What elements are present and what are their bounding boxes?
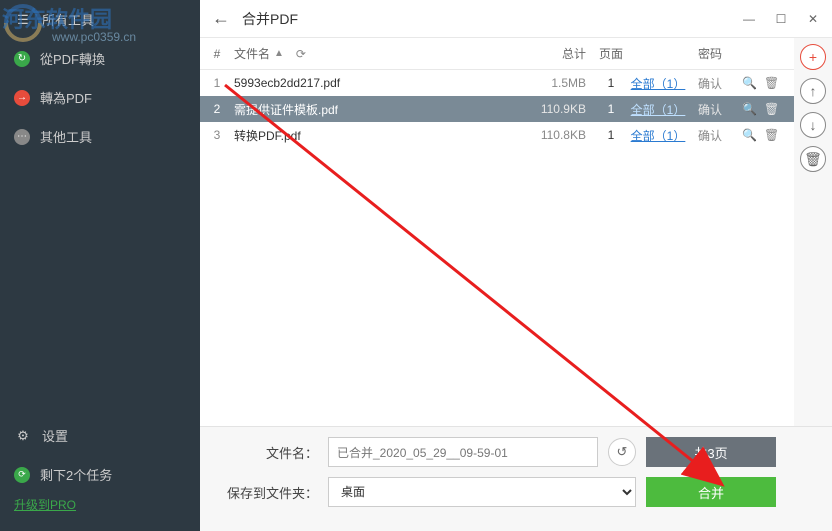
sidebar-item-to-pdf[interactable]: → 轉為PDF: [0, 78, 200, 117]
bottom-form: 文件名： ↺ 共3页 保存到文件夹： 桌面 合并: [200, 426, 832, 531]
row-pagerange: 全部（1）: [628, 101, 688, 118]
save-folder-select[interactable]: 桌面: [328, 477, 636, 507]
table-row[interactable]: 3转换PDF.pdf110.8KB1全部（1）确认 🔍 🗑: [200, 122, 794, 148]
preview-icon[interactable]: 🔍: [742, 76, 756, 90]
close-button[interactable]: ✕: [806, 12, 820, 26]
table-row[interactable]: 2需提供证件模板.pdf110.9KB1全部（1）确认 🔍 🗑: [200, 96, 794, 122]
preview-icon[interactable]: 🔍: [742, 128, 756, 142]
gear-icon: ⚙: [14, 427, 32, 445]
row-size: 110.8KB: [538, 128, 594, 142]
row-size: 110.9KB: [538, 102, 594, 116]
row-pagerange: 全部（1）: [628, 75, 688, 92]
filename-label: 文件名：: [226, 443, 318, 462]
table-header: # 文件名 ▲ ⟳ 总计 页面 密码: [200, 38, 794, 70]
row-password[interactable]: 确认: [688, 75, 732, 92]
sidebar-item-all-tools[interactable]: ☰ 所有工具: [0, 0, 200, 39]
more-icon: ⋯: [14, 129, 30, 145]
main-area: ← 合并PDF — ☐ ✕ # 文件名 ▲ ⟳ 总计 页面 密码 15993: [200, 0, 832, 531]
row-password[interactable]: 确认: [688, 101, 732, 118]
row-pagecount: 1: [594, 102, 628, 116]
convert-to-icon: →: [14, 90, 30, 106]
preview-icon[interactable]: 🔍: [742, 102, 756, 116]
filename-input[interactable]: [328, 437, 598, 467]
col-num: #: [206, 47, 228, 61]
col-size: 总计: [538, 45, 594, 62]
menu-icon: ☰: [14, 11, 32, 29]
move-down-button[interactable]: ↓: [800, 112, 826, 138]
row-filename: 需提供证件模板.pdf: [228, 101, 538, 118]
saveto-label: 保存到文件夹：: [226, 483, 318, 502]
col-password: 密码: [688, 45, 732, 62]
titlebar: ← 合并PDF — ☐ ✕: [200, 0, 832, 38]
row-filename: 5993ecb2dd217.pdf: [228, 76, 538, 90]
row-pagecount: 1: [594, 128, 628, 142]
minimize-button[interactable]: —: [742, 12, 756, 26]
row-size: 1.5MB: [538, 76, 594, 90]
sidebar-item-label: 轉為PDF: [40, 88, 92, 107]
sort-icon: ▲: [274, 48, 284, 59]
table-row[interactable]: 15993ecb2dd217.pdf1.5MB1全部（1）确认🔍🗑: [200, 70, 794, 96]
sidebar: ☰ 所有工具 ↻ 從PDF轉換 → 轉為PDF ⋯ 其他工具 ⚙ 设置 ⟳ 剩下…: [0, 0, 200, 531]
maximize-button[interactable]: ☐: [774, 12, 788, 26]
row-password[interactable]: 确认: [688, 127, 732, 144]
delete-icon[interactable]: 🗑: [764, 76, 778, 90]
page-link[interactable]: 全部（1）: [631, 103, 686, 117]
page-title: 合并PDF: [242, 9, 298, 29]
page-link[interactable]: 全部（1）: [631, 77, 686, 91]
merge-button[interactable]: 合并: [646, 477, 776, 507]
row-num: 2: [206, 102, 228, 116]
row-filename: 转换PDF.pdf: [228, 127, 538, 144]
sidebar-item-label: 從PDF轉換: [40, 49, 105, 68]
row-pagecount: 1: [594, 76, 628, 90]
row-pagerange: 全部（1）: [628, 127, 688, 144]
sidebar-item-other-tools[interactable]: ⋯ 其他工具: [0, 117, 200, 156]
row-num: 3: [206, 128, 228, 142]
pages-button[interactable]: 共3页: [646, 437, 776, 467]
move-up-button[interactable]: ↑: [800, 78, 826, 104]
tasks-icon: ⟳: [14, 467, 30, 483]
sidebar-item-from-pdf[interactable]: ↻ 從PDF轉換: [0, 39, 200, 78]
col-name[interactable]: 文件名 ▲ ⟳: [228, 45, 538, 62]
page-link[interactable]: 全部（1）: [631, 129, 686, 143]
upgrade-link[interactable]: 升级到PRO: [0, 494, 200, 523]
sidebar-item-label: 所有工具: [42, 10, 94, 29]
sidebar-item-label: 剩下2个任务: [40, 465, 112, 484]
remove-all-button[interactable]: 🗑: [800, 146, 826, 172]
reset-filename-button[interactable]: ↺: [608, 438, 636, 466]
refresh-icon[interactable]: ⟳: [296, 47, 306, 61]
convert-from-icon: ↻: [14, 51, 30, 67]
file-table: # 文件名 ▲ ⟳ 总计 页面 密码 15993ecb2dd217.pdf1.5…: [200, 38, 794, 426]
sidebar-item-label: 其他工具: [40, 127, 92, 146]
delete-icon[interactable]: 🗑: [764, 128, 778, 142]
delete-icon[interactable]: 🗑: [764, 102, 778, 116]
side-actions: + ↑ ↓ 🗑: [794, 38, 832, 426]
sidebar-item-label: 设置: [42, 426, 68, 445]
table-body: 15993ecb2dd217.pdf1.5MB1全部（1）确认🔍🗑2需提供证件模…: [200, 70, 794, 426]
add-file-button[interactable]: +: [800, 44, 826, 70]
col-pages: 页面: [594, 45, 628, 62]
sidebar-item-settings[interactable]: ⚙ 设置: [0, 416, 200, 455]
back-button[interactable]: ←: [212, 8, 230, 29]
row-num: 1: [206, 76, 228, 90]
sidebar-item-tasks[interactable]: ⟳ 剩下2个任务: [0, 455, 200, 494]
